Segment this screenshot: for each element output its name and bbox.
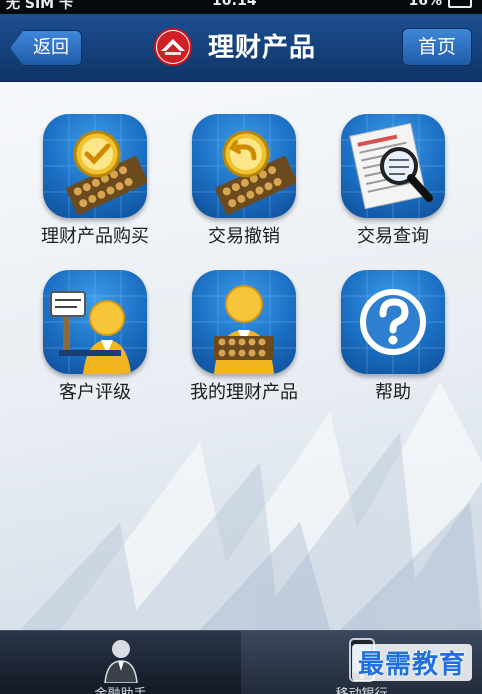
tile-help[interactable]: 帮助: [318, 270, 468, 404]
watermark-text: 最需教育: [351, 644, 472, 681]
tile-label: 帮助: [375, 382, 411, 403]
battery-icon: [448, 0, 472, 8]
back-button[interactable]: 返回: [10, 30, 82, 66]
tab-financial-assistant[interactable]: 金融助手: [0, 631, 241, 694]
navigation-bar: 返回 理财产品 首页: [0, 14, 482, 82]
bank-logo-icon: [154, 28, 192, 66]
home-button[interactable]: 首页: [402, 28, 472, 66]
status-time: 10:14: [212, 0, 257, 9]
tile-product-purchase[interactable]: 理财产品购买: [20, 114, 170, 248]
tile-customer-rating[interactable]: 客户评级: [20, 270, 170, 404]
abacus-undo-icon: [192, 114, 296, 218]
tab-label: 移动银行: [241, 683, 482, 694]
tile-label: 理财产品购买: [41, 226, 149, 247]
main-content: 理财产品购买 交易撤销 交易查询 客户评级 我的理财产品 帮助: [0, 82, 482, 630]
assistant-person-icon: [103, 640, 138, 683]
tile-transaction-query[interactable]: 交易查询: [318, 114, 468, 248]
page-title: 理财产品: [208, 33, 317, 63]
person-abacus-icon: [192, 270, 296, 374]
status-bar: 无 SIM 卡 10:14 16%: [0, 0, 482, 14]
tile-transaction-cancel[interactable]: 交易撤销: [169, 114, 319, 248]
person-rating-sign-icon: [43, 270, 147, 374]
tile-label: 客户评级: [59, 382, 131, 403]
tab-label: 金融助手: [0, 683, 241, 694]
abacus-check-icon: [43, 114, 147, 218]
tile-label: 交易查询: [357, 226, 429, 247]
tile-label: 我的理财产品: [190, 382, 298, 403]
tile-my-products[interactable]: 我的理财产品: [169, 270, 319, 404]
magnifier-document-icon: [341, 114, 445, 218]
battery-percent: 16%: [408, 0, 442, 9]
tile-label: 交易撤销: [208, 226, 280, 247]
carrier-text: 无 SIM 卡: [6, 0, 73, 12]
question-mark-icon: [341, 270, 445, 374]
